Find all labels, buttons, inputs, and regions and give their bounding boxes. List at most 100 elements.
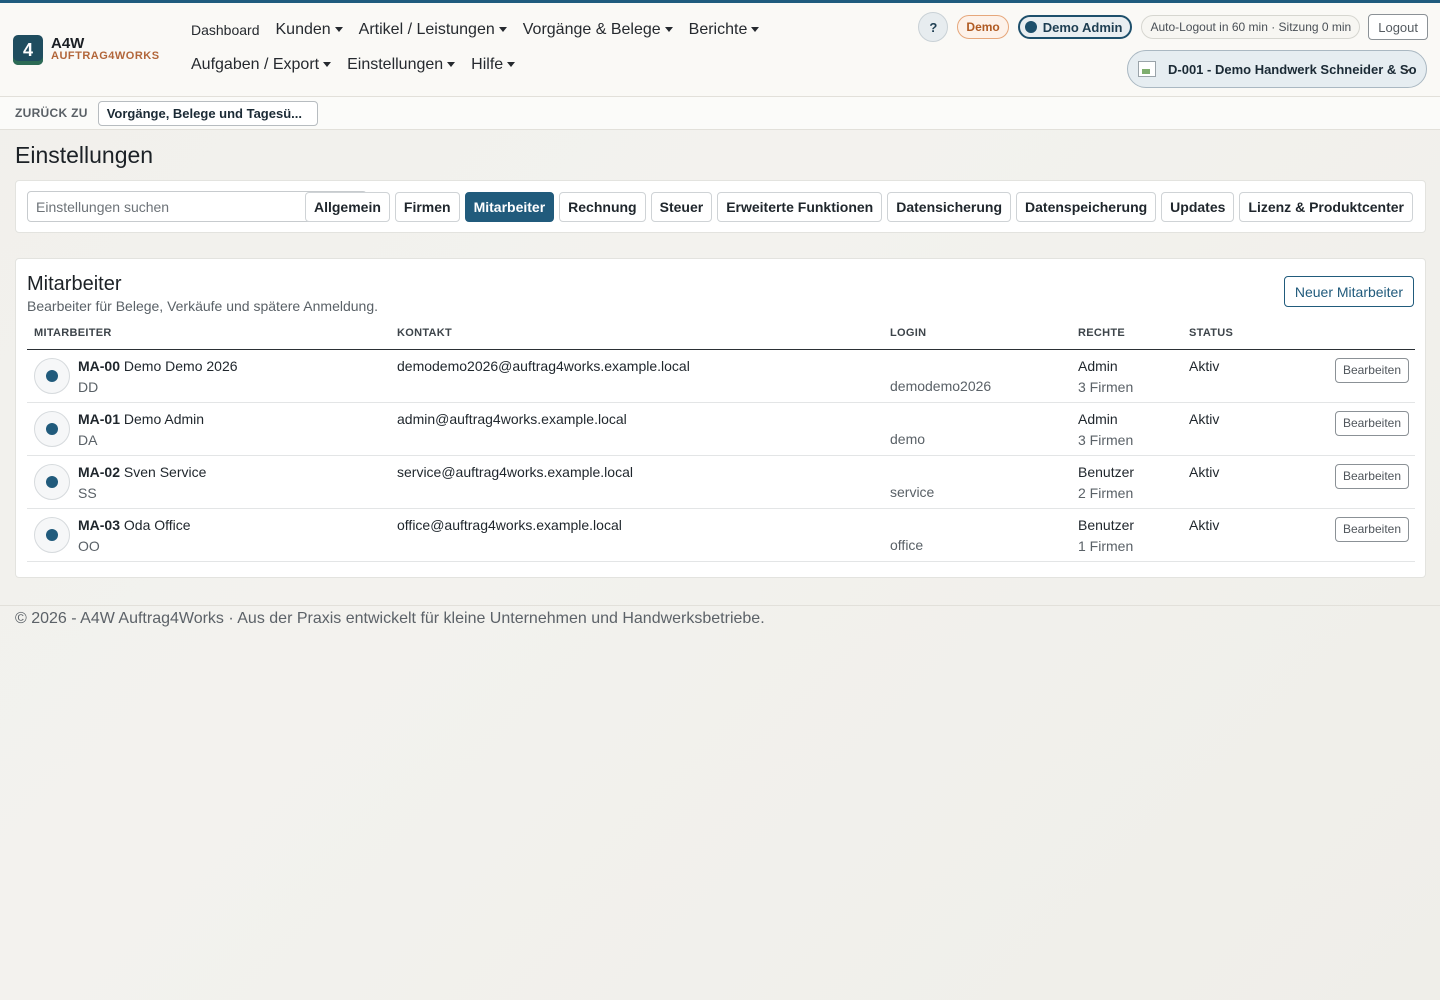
settings-toolbar: Allgemein Firmen Mitarbeiter Rechnung St… (15, 180, 1426, 233)
table-row: MA-03 Oda Office OO office@auftrag4works… (27, 508, 1415, 562)
nav-kunden[interactable]: Kunden (276, 21, 343, 39)
caret-down-icon (323, 62, 332, 68)
avatar-dot-icon (46, 369, 58, 382)
tab-lizenz-produktcenter[interactable]: Lizenz & Produktcenter (1239, 192, 1413, 222)
broken-image-icon (1138, 61, 1156, 77)
company-selector[interactable]: D-001 - Demo Handwerk Schneider & So ⌄ (1127, 50, 1427, 88)
new-employee-button[interactable]: Neuer Mitarbeiter (1283, 276, 1414, 307)
brand-name: A4W (51, 35, 85, 52)
employee-id: MA-00 (78, 357, 121, 374)
employee-role: Benutzer (1078, 463, 1135, 480)
caret-down-icon (334, 27, 343, 33)
user-status-dot-icon (1024, 21, 1037, 33)
tab-allgemein[interactable]: Allgemein (304, 192, 390, 222)
staff-table: MITARBEITER KONTAKT LOGIN RECHTE STATUS … (27, 327, 1415, 562)
page-title: Einstellungen (15, 142, 154, 168)
employee-email: service@auftrag4works.example.local (390, 455, 883, 509)
demo-badge: Demo (957, 15, 1009, 39)
nav-vorgaenge-belege[interactable]: Vorgänge & Belege (523, 21, 673, 39)
employee-role: Benutzer (1078, 516, 1135, 533)
nav-berichte[interactable]: Berichte (689, 21, 760, 39)
column-header-login: LOGIN (883, 327, 1071, 350)
column-header-mitarbeiter: MITARBEITER (27, 327, 390, 350)
employee-companies: 3 Firmen (1078, 378, 1134, 395)
settings-tabs: Allgemein Firmen Mitarbeiter Rechnung St… (300, 192, 1413, 222)
navbar: 4 A4W AUFTRAG4WORKS Dashboard Kunden Art… (0, 3, 1440, 97)
employee-login: office (890, 536, 924, 553)
section-title: Mitarbeiter (27, 273, 122, 295)
nav-hilfe[interactable]: Hilfe (471, 56, 516, 74)
edit-button[interactable]: Bearbeiten (1334, 410, 1409, 436)
avatar (34, 463, 70, 500)
footer-divider (0, 605, 1440, 606)
employee-companies: 1 Firmen (1078, 537, 1134, 554)
tab-steuer[interactable]: Steuer (650, 192, 713, 222)
employee-initials: OO (78, 537, 100, 554)
employee-role: Admin (1078, 410, 1118, 427)
caret-down-icon (507, 62, 516, 68)
employee-id: MA-01 (78, 410, 121, 427)
employee-status: Aktiv (1182, 508, 1282, 562)
tab-rechnung[interactable]: Rechnung (559, 192, 646, 222)
table-row: MA-00 Demo Demo 2026 DD demodemo2026@auf… (27, 349, 1415, 403)
employee-name: Oda Office (123, 516, 191, 533)
tab-erweiterte-funktionen[interactable]: Erweiterte Funktionen (717, 192, 883, 222)
back-label: ZURÜCK ZU (15, 106, 88, 120)
nav-einstellungen[interactable]: Einstellungen (347, 56, 456, 74)
tab-mitarbeiter[interactable]: Mitarbeiter (464, 192, 555, 222)
brand-logo-icon: 4 (13, 35, 43, 65)
section-subtitle: Bearbeiter für Belege, Verkäufe und spät… (27, 298, 379, 314)
employee-name: Demo Admin (123, 410, 205, 427)
avatar (34, 410, 70, 447)
employee-email: admin@auftrag4works.example.local (390, 402, 883, 456)
autologout-indicator: Auto-Logout in 60 min · Sitzung 0 min (1141, 15, 1361, 39)
column-header-rechte: RECHTE (1071, 327, 1182, 350)
back-target-button[interactable]: Vorgänge, Belege und Tagesü... (97, 100, 318, 126)
employee-id: MA-03 (78, 516, 121, 533)
logout-button[interactable]: Logout (1368, 14, 1428, 40)
employee-login: demodemo2026 (890, 377, 992, 394)
employee-status: Aktiv (1182, 402, 1282, 456)
footer-text: © 2026 - A4W Auftrag4Works · Aus der Pra… (15, 610, 765, 627)
staff-card: Mitarbeiter Bearbeiter für Belege, Verkä… (15, 258, 1426, 578)
nav-artikel-leistungen[interactable]: Artikel / Leistungen (359, 21, 507, 39)
tab-firmen[interactable]: Firmen (394, 192, 460, 222)
nav-row-primary: Dashboard Kunden Artikel / Leistungen Vo… (191, 21, 775, 39)
employee-initials: SS (78, 484, 97, 501)
employee-login: service (890, 483, 935, 500)
employee-email: office@auftrag4works.example.local (390, 508, 883, 562)
caret-down-icon (498, 27, 507, 33)
employee-name: Sven Service (123, 463, 207, 480)
table-row: MA-01 Demo Admin DA admin@auftrag4works.… (27, 402, 1415, 456)
edit-button[interactable]: Bearbeiten (1334, 463, 1409, 489)
avatar (34, 516, 70, 553)
employee-role: Admin (1078, 357, 1118, 374)
column-header-kontakt: KONTAKT (390, 327, 883, 350)
nav-row-secondary: Aufgaben / Export Einstellungen Hilfe (191, 56, 531, 74)
avatar (34, 357, 70, 394)
edit-button[interactable]: Bearbeiten (1334, 357, 1409, 383)
header-actions: ? Demo Demo Admin Auto-Logout in 60 min … (918, 12, 1428, 42)
employee-email: demodemo2026@auftrag4works.example.local (390, 349, 883, 403)
brand-subtitle: AUFTRAG4WORKS (51, 50, 160, 62)
employee-login: demo (890, 430, 926, 447)
help-button[interactable]: ? (918, 12, 949, 42)
nav-aufgaben-export[interactable]: Aufgaben / Export (191, 56, 332, 74)
edit-button[interactable]: Bearbeiten (1334, 516, 1409, 542)
tab-datensicherung[interactable]: Datensicherung (887, 192, 1012, 222)
employee-name: Demo Demo 2026 (123, 357, 238, 374)
chevron-down-icon: ⌄ (1401, 61, 1412, 75)
nav-dashboard[interactable]: Dashboard (191, 22, 260, 38)
avatar-dot-icon (46, 422, 58, 435)
tab-updates[interactable]: Updates (1161, 192, 1235, 222)
column-header-actions (1282, 327, 1415, 350)
user-menu-chip[interactable]: Demo Admin (1017, 15, 1133, 39)
brand[interactable]: 4 A4W AUFTRAG4WORKS (13, 35, 160, 65)
back-navigation: ZURÜCK ZU Vorgänge, Belege und Tagesü... (0, 97, 1440, 130)
table-row: MA-02 Sven Service SS service@auftrag4wo… (27, 455, 1415, 509)
employee-companies: 2 Firmen (1078, 484, 1134, 501)
employee-initials: DD (78, 378, 99, 395)
tab-datenspeicherung[interactable]: Datenspeicherung (1016, 192, 1157, 222)
employee-status: Aktiv (1182, 455, 1282, 509)
employee-id: MA-02 (78, 463, 121, 480)
